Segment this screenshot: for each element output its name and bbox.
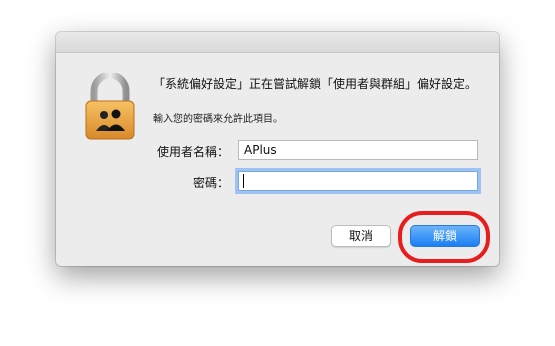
text-caret xyxy=(243,174,244,188)
dialog-submessage: 輸入您的密碼來允許此項目。 xyxy=(153,114,283,125)
username-field[interactable] xyxy=(238,140,478,160)
username-label: 使用者名稱： xyxy=(156,145,229,159)
cancel-button[interactable]: 取消 xyxy=(331,225,391,247)
dialog-titlebar xyxy=(56,32,499,53)
password-field[interactable] xyxy=(238,171,478,191)
red-circle-annotation xyxy=(398,211,490,263)
dialog-message: 「系統偏好設定」正在嘗試解鎖「使用者與群組」偏好設定。 xyxy=(153,77,478,91)
lock-users-icon xyxy=(85,73,135,140)
password-label: 密碼： xyxy=(192,176,229,190)
